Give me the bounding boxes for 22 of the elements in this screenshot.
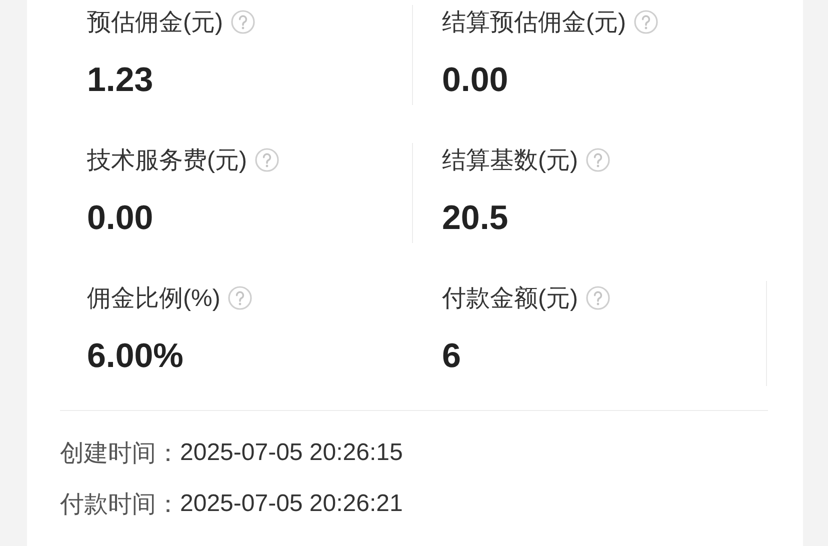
metric-value: 0.00 — [87, 198, 154, 238]
time-label: 付款时间： — [60, 490, 180, 520]
help-icon[interactable] — [586, 286, 610, 310]
help-icon[interactable] — [634, 10, 658, 34]
help-icon[interactable] — [230, 10, 255, 34]
metric-label: 预估佣金(元) — [87, 8, 223, 38]
help-icon[interactable] — [586, 148, 610, 172]
metric-value: 6 — [442, 336, 462, 376]
metric-value: 1.23 — [87, 60, 154, 100]
metric-label: 佣金比例(%) — [87, 284, 220, 314]
time-label: 创建时间： — [60, 439, 180, 469]
time-value: 2025-07-05 20:26:15 — [180, 439, 403, 467]
metric-label: 结算预估佣金(元) — [442, 8, 626, 38]
metric-label: 技术服务费(元) — [87, 146, 247, 176]
metric-label: 付款金额(元) — [442, 284, 578, 314]
help-icon[interactable] — [254, 148, 279, 172]
metric-value: 0.00 — [442, 60, 510, 100]
metric-value: 6.00% — [87, 336, 184, 376]
help-icon[interactable] — [228, 286, 252, 310]
metric-label: 结算基数(元) — [442, 146, 578, 176]
time-value: 2025-07-05 20:26:21 — [180, 490, 403, 518]
metric-value: 20.5 — [442, 198, 510, 238]
